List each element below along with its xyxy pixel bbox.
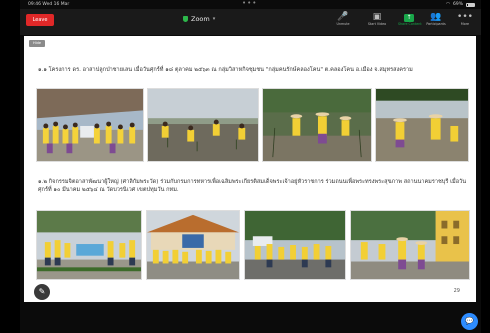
meeting-title[interactable]: Zoom ▾ bbox=[183, 15, 215, 23]
unmute-button[interactable]: 🎤 Unmute bbox=[332, 12, 354, 27]
meeting-toolbar: Leave Zoom ▾ 🎤 Unmute ▣ Start Video ↑ Sh… bbox=[20, 9, 481, 35]
participants-button[interactable]: 👥 Participants bbox=[425, 12, 447, 27]
bottom-bar: 💬 bbox=[20, 302, 481, 333]
participants-label: Participants bbox=[426, 22, 446, 26]
shared-slide: Hide ๑.๑ โครงการ ดร. อาสาปลูกป่าชายเลน เ… bbox=[24, 36, 476, 302]
photo-mangrove-planting-2 bbox=[262, 88, 372, 162]
photo-mangrove-planting-3 bbox=[375, 88, 469, 162]
chat-button[interactable]: 💬 bbox=[461, 313, 478, 330]
share-content-label: Share Content bbox=[398, 22, 422, 26]
leave-button[interactable]: Leave bbox=[26, 14, 54, 26]
photo-mangrove-planting-1 bbox=[147, 88, 259, 162]
slide-caption-1: ๑.๑ โครงการ ดร. อาสาปลูกป่าชายเลน เมื่อว… bbox=[38, 67, 413, 73]
status-right: ◠ 69% bbox=[446, 2, 475, 7]
battery-percent: 69% bbox=[452, 2, 463, 7]
chat-icon: 💬 bbox=[465, 317, 474, 325]
photo-volunteers-building bbox=[350, 210, 470, 280]
mic-muted-icon: 🎤 bbox=[337, 12, 349, 22]
meeting-title-text: Zoom bbox=[191, 15, 210, 23]
slide-caption-2: ๑.๒ กิจกรรมจิตอาสาพัฒนาผู้ใหญ่ (ศาลิกัมพ… bbox=[38, 179, 467, 193]
chevron-down-icon: ▾ bbox=[212, 16, 216, 22]
status-bar: 09:46 Wed 16 Mar ••• ◠ 69% bbox=[20, 0, 481, 9]
view-toggle-button[interactable]: Hide bbox=[29, 40, 45, 47]
status-time: 09:46 Wed 16 Mar bbox=[28, 2, 70, 7]
wifi-icon: ◠ bbox=[446, 2, 450, 7]
photo-volunteers-temple bbox=[146, 210, 240, 280]
pen-icon: ✎ bbox=[38, 287, 46, 296]
security-shield-icon bbox=[183, 16, 188, 22]
photo-group-gathering bbox=[36, 88, 144, 162]
participants-icon: 👥 bbox=[430, 12, 442, 22]
start-video-label: Start Video bbox=[367, 22, 387, 26]
photo-volunteers-banner bbox=[36, 210, 142, 280]
slide-page-number: 29 bbox=[453, 288, 460, 294]
share-content-button[interactable]: ↑ Share Content bbox=[398, 12, 422, 27]
video-off-icon: ▣ bbox=[372, 12, 382, 22]
battery-icon bbox=[466, 2, 475, 7]
zoom-window: 09:46 Wed 16 Mar ••• ◠ 69% Leave Zoom ▾ … bbox=[20, 0, 481, 333]
more-icon: ••• bbox=[457, 12, 473, 22]
more-button[interactable]: ••• More bbox=[454, 12, 476, 27]
multitask-dots-icon[interactable]: ••• bbox=[242, 0, 257, 7]
start-video-button[interactable]: ▣ Start Video bbox=[366, 12, 388, 27]
share-content-icon: ↑ bbox=[404, 14, 414, 22]
annotate-pen-button[interactable]: ✎ bbox=[34, 284, 50, 300]
photo-volunteers-road bbox=[244, 210, 346, 280]
unmute-label: Unmute bbox=[336, 22, 350, 26]
more-label: More bbox=[460, 22, 470, 26]
